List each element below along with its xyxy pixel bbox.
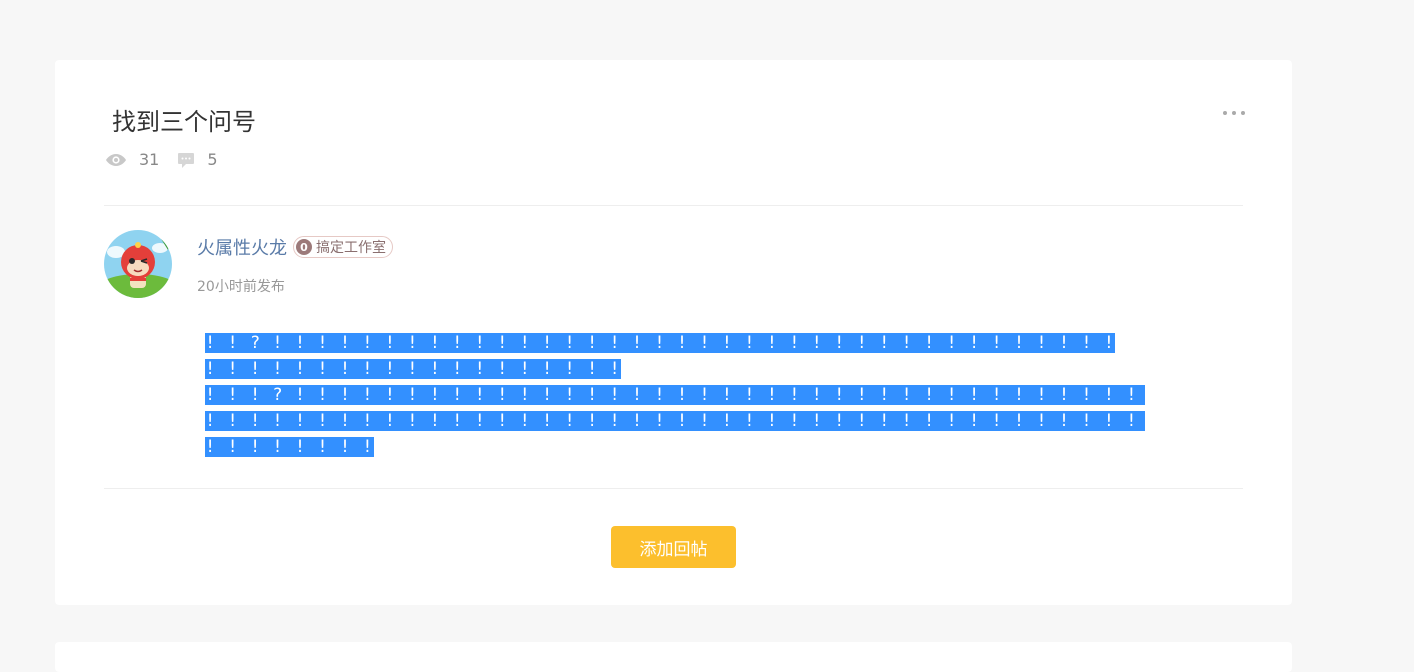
author-badge: 0 搞定工作室: [293, 236, 393, 258]
content-line: ! ! ? ! ! ! ! ! ! ! ! ! ! ! ! ! ! ! ! ! …: [205, 333, 1116, 353]
badge-label: 搞定工作室: [316, 240, 386, 256]
avatar[interactable]: [104, 230, 172, 298]
author-info: 火属性火龙 0 搞定工作室: [197, 234, 393, 260]
header-divider: [104, 205, 1243, 206]
content-line: ! ! ! ! ! ! ! ! ! ! ! ! ! ! ! ! ! ! !: [205, 359, 621, 379]
content-divider: [104, 488, 1243, 489]
comment-icon: [178, 152, 195, 168]
comment-count-value: 5: [207, 150, 218, 169]
view-count: 31: [105, 150, 159, 169]
add-reply-button[interactable]: 添加回帖: [611, 526, 736, 568]
comment-count: 5: [177, 150, 218, 169]
next-card: [55, 642, 1292, 672]
post-content: ! ! ? ! ! ! ! ! ! ! ! ! ! ! ! ! ! ! ! ! …: [205, 330, 1145, 460]
author-name[interactable]: 火属性火龙: [197, 234, 287, 260]
post-title: 找到三个问号: [112, 108, 256, 136]
eye-icon: [106, 153, 126, 166]
badge-level-icon: 0: [296, 239, 312, 255]
content-line: ! ! ! ! ! ! ! !: [205, 437, 374, 457]
post-card: 找到三个问号 31 5 火属性火龙 0 搞定工作室 20小时前发布 ! ! ? …: [55, 60, 1292, 605]
content-line: ! ! ! ? ! ! ! ! ! ! ! ! ! ! ! ! ! ! ! ! …: [205, 382, 1145, 408]
more-options-icon[interactable]: [1223, 106, 1245, 120]
post-time: 20小时前发布: [197, 279, 285, 295]
content-line: ! ! ! ! ! ! ! ! ! ! ! ! ! ! ! ! ! ! ! ! …: [205, 408, 1145, 434]
post-stats: 31 5: [105, 150, 236, 169]
view-count-value: 31: [139, 150, 160, 169]
